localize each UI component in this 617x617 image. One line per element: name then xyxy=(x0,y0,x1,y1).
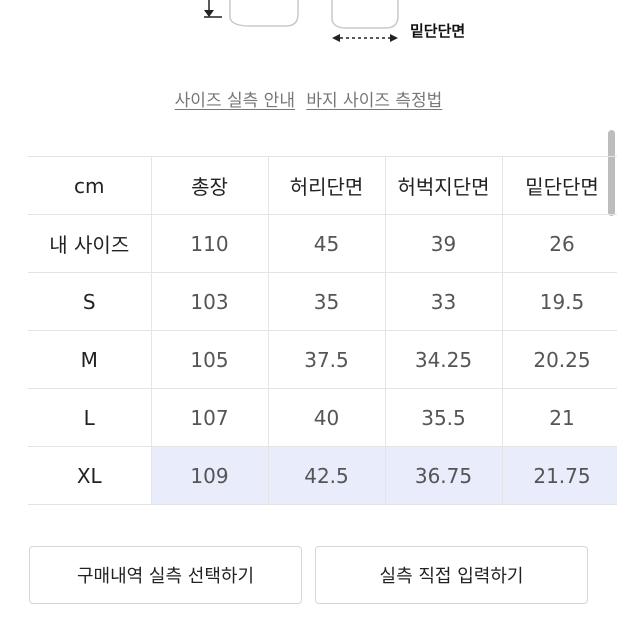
table-header-row: cm 총장 허리단면 허벅지단면 밑단단면 xyxy=(28,156,617,215)
header-cell: 허벅지단면 xyxy=(384,156,503,215)
pants-illustration: 밑단단면 xyxy=(0,0,617,60)
table-cell: 39 xyxy=(384,214,503,273)
table-cell: 35 xyxy=(267,272,386,331)
table-cell: 34.25 xyxy=(384,330,503,389)
table-cell: 109 xyxy=(150,446,269,505)
table-cell: 110 xyxy=(150,214,269,273)
table-cell: 36.75 xyxy=(384,446,503,505)
table-cell: 105 xyxy=(150,330,269,389)
hem-width-label: 밑단단면 xyxy=(410,22,466,40)
table-row-my-size[interactable]: 내 사이즈 110 45 39 26 xyxy=(28,214,617,273)
row-label: S xyxy=(28,272,152,331)
table-cell: 26 xyxy=(501,214,617,273)
table-cell: 40 xyxy=(267,388,386,447)
header-cell: 총장 xyxy=(150,156,269,215)
table-row-m[interactable]: M 105 37.5 34.25 20.25 xyxy=(28,330,617,389)
purchase-history-measure-button[interactable]: 구매내역 실측 선택하기 xyxy=(29,546,302,604)
table-row-s[interactable]: S 103 35 33 19.5 xyxy=(28,272,617,331)
table-cell: 33 xyxy=(384,272,503,331)
table-row-l[interactable]: L 107 40 35.5 21 xyxy=(28,388,617,447)
size-table: cm 총장 허리단면 허벅지단면 밑단단면 내 사이즈 110 45 39 26… xyxy=(28,156,617,505)
size-links: 사이즈 실측 안내 바지 사이즈 측정법 xyxy=(0,86,617,111)
row-label: XL xyxy=(28,446,152,505)
pants-measure-link[interactable]: 바지 사이즈 측정법 xyxy=(306,91,442,111)
table-cell: 42.5 xyxy=(267,446,386,505)
pants-diagram-icon xyxy=(204,0,399,42)
header-cell: 허리단면 xyxy=(267,156,386,215)
header-cell: cm xyxy=(28,156,152,215)
size-guide-link[interactable]: 사이즈 실측 안내 xyxy=(175,91,295,111)
table-cell: 107 xyxy=(150,388,269,447)
table-cell: 21 xyxy=(501,388,617,447)
table-cell: 20.25 xyxy=(501,330,617,389)
row-label: 내 사이즈 xyxy=(28,214,152,273)
table-cell: 19.5 xyxy=(501,272,617,331)
table-row-xl-selected[interactable]: XL 109 42.5 36.75 21.75 xyxy=(28,446,617,505)
table-cell: 45 xyxy=(267,214,386,273)
row-label: M xyxy=(28,330,152,389)
header-cell: 밑단단면 xyxy=(501,156,617,215)
table-cell: 21.75 xyxy=(501,446,617,505)
table-cell: 103 xyxy=(150,272,269,331)
table-cell: 35.5 xyxy=(384,388,503,447)
row-label: L xyxy=(28,388,152,447)
manual-measure-input-button[interactable]: 실측 직접 입력하기 xyxy=(315,546,588,604)
table-cell: 37.5 xyxy=(267,330,386,389)
